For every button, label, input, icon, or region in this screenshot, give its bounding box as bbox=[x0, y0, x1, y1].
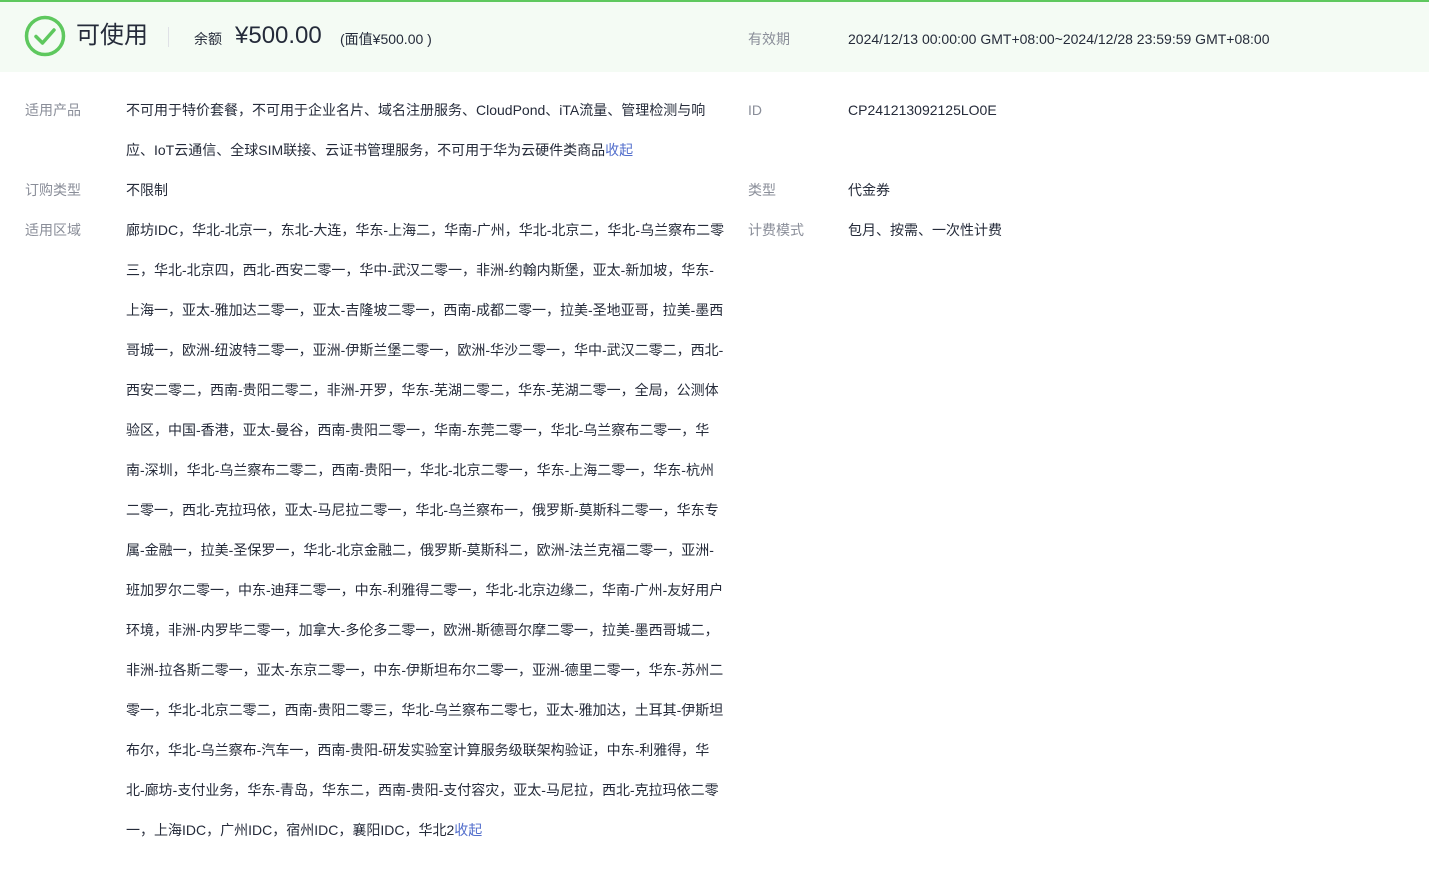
applicable-region-label: 适用区域 bbox=[25, 222, 81, 238]
face-value: (面值¥500.00 ) bbox=[340, 31, 432, 47]
applicable-region-text: 廊坊IDC，华北-北京一，东北-大连，华东-上海二，华南-广州，华北-北京二，华… bbox=[126, 222, 725, 838]
order-type-label: 订购类型 bbox=[25, 182, 81, 198]
id-label: ID bbox=[748, 102, 762, 118]
balance-label: 余额 bbox=[194, 31, 222, 47]
billing-mode-label: 计费模式 bbox=[748, 222, 804, 238]
order-type-value: 不限制 bbox=[126, 182, 168, 198]
validity-value: 2024/12/13 00:00:00 GMT+08:00~2024/12/28… bbox=[848, 31, 1270, 47]
header-divider bbox=[168, 27, 169, 47]
applicable-region-value: 廊坊IDC，华北-北京一，东北-大连，华东-上海二，华南-广州，华北-北京二，华… bbox=[126, 210, 726, 850]
coupon-status-header: 可使用 余额 ¥500.00 (面值¥500.00 ) 有效期 2024/12/… bbox=[0, 2, 1429, 72]
status-text: 可使用 bbox=[76, 22, 148, 49]
check-circle-icon bbox=[24, 15, 66, 57]
type-value: 代金券 bbox=[848, 182, 890, 198]
id-value: CP241213092125LO0E bbox=[848, 102, 997, 118]
billing-mode-value: 包月、按需、一次性计费 bbox=[848, 222, 1002, 238]
region-collapse-link[interactable]: 收起 bbox=[454, 822, 482, 838]
validity-label: 有效期 bbox=[748, 31, 790, 47]
applicable-products-value: 不可用于特价套餐，不可用于企业名片、域名注册服务、CloudPond、iTA流量… bbox=[126, 90, 726, 170]
balance-amount: ¥500.00 bbox=[235, 22, 322, 49]
applicable-products-label: 适用产品 bbox=[25, 102, 81, 118]
products-collapse-link[interactable]: 收起 bbox=[605, 142, 633, 158]
type-label: 类型 bbox=[748, 182, 776, 198]
